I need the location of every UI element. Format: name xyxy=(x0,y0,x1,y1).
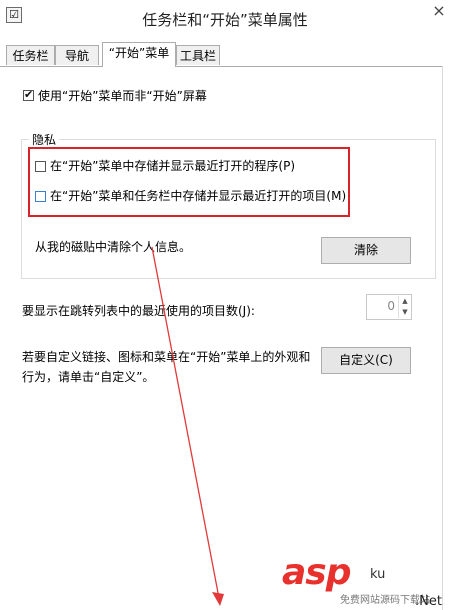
arrow-head xyxy=(212,592,224,606)
tab-start-menu[interactable]: “开始”菜单 xyxy=(102,42,176,67)
tab-label: “开始”菜单 xyxy=(108,46,170,60)
arrow-line xyxy=(151,246,220,599)
watermark-logo: asp xyxy=(282,552,351,593)
watermark-net: .Net xyxy=(415,594,442,609)
annotation-arrow xyxy=(151,246,224,606)
watermark-ku: ku xyxy=(370,567,386,582)
